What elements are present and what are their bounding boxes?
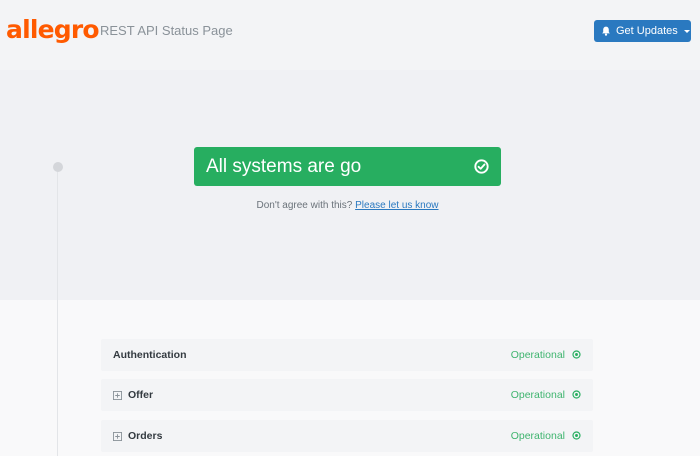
component-name: Orders [128, 430, 163, 442]
component-name: Authentication [113, 349, 187, 361]
status-message: All systems are go [206, 155, 362, 177]
component-status: Operational [510, 430, 565, 442]
timeline-dot [53, 162, 63, 172]
operational-status-icon[interactable] [572, 431, 581, 440]
disagree-text: Don't agree with this? [256, 200, 353, 211]
get-updates-button[interactable]: Get Updates [594, 20, 691, 42]
feedback-link[interactable]: Please let us know [355, 200, 438, 211]
operational-status-icon[interactable] [572, 390, 581, 399]
status-banner: All systems are go [194, 147, 501, 186]
check-circle-icon [474, 159, 489, 174]
expand-plus-icon[interactable] [113, 431, 122, 441]
component-status: Operational [510, 349, 565, 361]
get-updates-label: Get Updates [616, 25, 678, 37]
allegro-logo[interactable]: allegro [6, 13, 100, 47]
component-row-authentication: Authentication Operational [101, 339, 593, 371]
bell-icon [602, 26, 610, 36]
operational-status-icon[interactable] [572, 350, 581, 359]
expand-plus-icon[interactable] [113, 390, 122, 400]
caret-down-icon [683, 29, 690, 33]
feedback-line: Don't agree with this? Please let us kno… [0, 200, 695, 212]
component-name: Offer [128, 389, 154, 401]
component-row-offer[interactable]: Offer Operational [101, 379, 593, 411]
header: allegro REST API Status Page Get Updates [0, 0, 700, 70]
component-status: Operational [510, 389, 565, 401]
page-title: REST API Status Page [100, 23, 233, 38]
component-row-orders[interactable]: Orders Operational [101, 420, 593, 452]
